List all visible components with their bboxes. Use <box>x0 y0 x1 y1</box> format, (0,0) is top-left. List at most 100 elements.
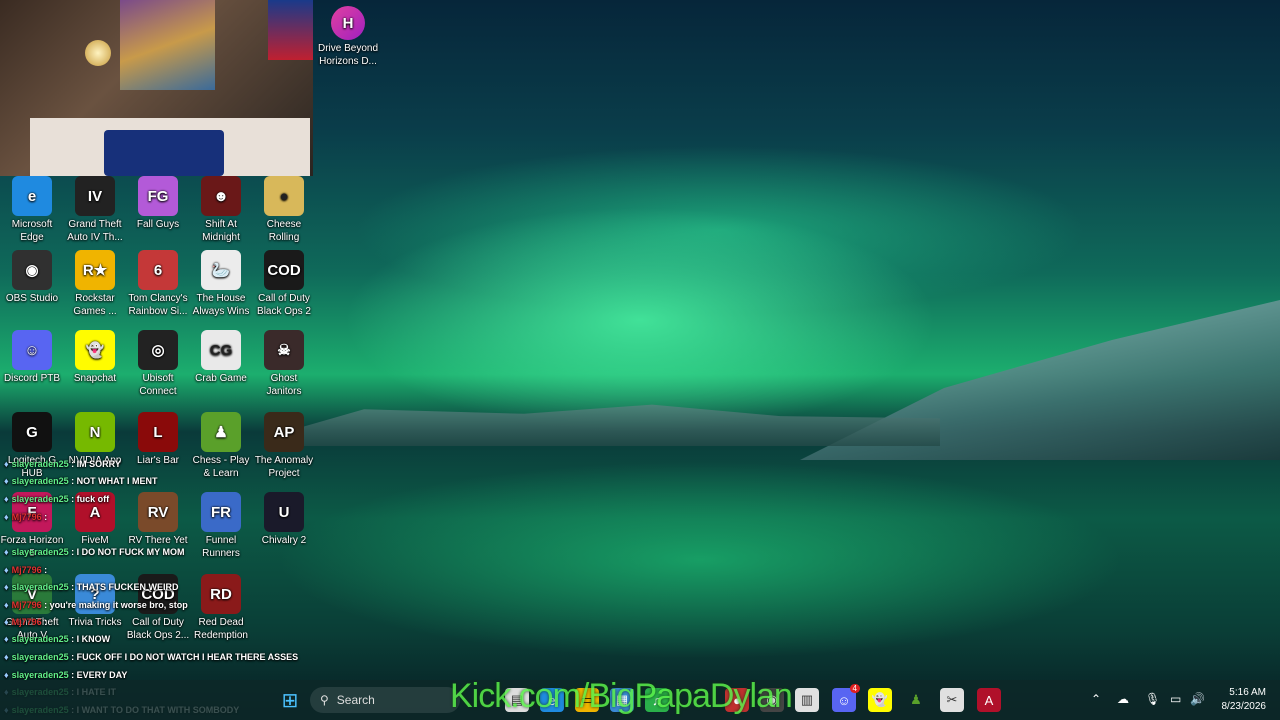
chat-message: ♦ Mj7796 : <box>4 512 47 522</box>
chat-text: : <box>44 617 48 627</box>
desktop-icon-label: Chivalry 2 <box>261 535 307 546</box>
desktop-icon-label: Red Dead Redemption <box>194 617 248 641</box>
network-icon[interactable]: ▭ <box>1170 692 1181 706</box>
chat-badge-icon: ♦ <box>4 459 9 469</box>
webcam-overlay <box>0 0 313 176</box>
app-icon: FR <box>201 492 241 532</box>
search-placeholder: Search <box>336 693 375 707</box>
desktop-icon-label: Funnel Runners <box>202 535 240 559</box>
app-icon: AP <box>264 412 304 452</box>
desktop-icon[interactable]: 6 Tom Clancy's Rainbow Si... <box>126 250 190 318</box>
app-icon: ☺ <box>12 330 52 370</box>
desktop-icon-label: FiveM <box>81 535 109 546</box>
taskbar-clock[interactable]: 5:16 AM 8/23/2026 <box>1222 686 1267 714</box>
chat-text: : <box>44 512 48 522</box>
desktop-icon[interactable]: COD Call of Duty Black Ops 2 <box>252 250 316 318</box>
volume-icon[interactable]: 🔊 <box>1190 692 1205 706</box>
stream-watermark: Kick.com/BigPapaDylan <box>450 677 793 715</box>
desktop-icon[interactable]: R★ Rockstar Games ... <box>63 250 127 318</box>
chat-text: : FUCK OFF I DO NOT WATCH I HEAR THERE A… <box>71 652 299 662</box>
chat-message: ♦ slayeraden25 : EVERY DAY <box>4 670 127 680</box>
chat-username: slayeraden25 <box>11 582 69 592</box>
start-button[interactable]: ⊞ <box>278 688 302 712</box>
desktop-icon[interactable]: 👻 Snapchat <box>63 330 127 385</box>
chat-text: : I KNOW <box>71 634 111 644</box>
desktop-icon[interactable]: G Logitech G HUB <box>0 412 64 480</box>
app-icon: RD <box>201 574 241 614</box>
desktop-icon-label: Call of Duty Black Ops 2 <box>257 293 311 317</box>
desktop-icon[interactable]: ☺ Discord PTB <box>0 330 64 385</box>
desktop-icon-label: Chess - Play & Learn <box>192 455 250 479</box>
app-icon: FG <box>138 176 178 216</box>
chat-badge-icon: ♦ <box>4 476 9 486</box>
desktop-icon[interactable]: L Liar's Bar <box>126 412 190 467</box>
notepad-taskbar-icon[interactable]: ▥ <box>795 688 819 712</box>
desktop-icon[interactable]: FR Funnel Runners <box>189 492 253 560</box>
chat-message: ♦ slayeraden25 : fuck off <box>4 494 109 504</box>
snipping-tool-taskbar-icon[interactable]: ✂ <box>940 688 964 712</box>
desktop-icon[interactable]: e Microsoft Edge <box>0 176 64 244</box>
desktop-icon[interactable]: ☻ Shift At Midnight <box>189 176 253 244</box>
desktop-icon[interactable]: IV Grand Theft Auto IV Th... <box>63 176 127 244</box>
chat-badge-icon: ♦ <box>4 652 9 662</box>
desktop-icon[interactable]: ♟ Chess - Play & Learn <box>189 412 253 480</box>
chat-message: ♦ slayeraden25 : FUCK OFF I DO NOT WATCH … <box>4 652 298 662</box>
chat-message: ♦ slayeraden25 : NOT WHAT I MENT <box>4 476 157 486</box>
desktop-icon[interactable]: CG Crab Game <box>189 330 253 385</box>
desktop-icon-label: Discord PTB <box>3 373 61 384</box>
snapchat-taskbar-icon[interactable]: 👻 <box>868 688 892 712</box>
desktop-icon-label: Snapchat <box>73 373 117 384</box>
desktop-icon[interactable]: ☠ Ghost Janitors <box>252 330 316 398</box>
chat-username: slayeraden25 <box>11 476 69 486</box>
chat-badge-icon: ♦ <box>4 512 9 522</box>
app-icon: ☠ <box>264 330 304 370</box>
chat-message: ♦ slayeraden25 : I DO NOT FUCK MY MOM <box>4 547 184 557</box>
icy-shoreline <box>300 404 940 446</box>
desktop-icon-label: Crab Game <box>195 373 247 384</box>
chat-text: : EVERY DAY <box>71 670 128 680</box>
desktop-icon-label: Ubisoft Connect <box>139 373 177 397</box>
drive-beyond-horizons-icon: H <box>331 6 365 40</box>
desktop-icon-label: RV There Yet <box>128 535 188 546</box>
chat-username: slayeraden25 <box>11 547 69 557</box>
desktop-icon[interactable]: U Chivalry 2 <box>252 492 316 547</box>
app-icon: CG <box>201 330 241 370</box>
fivem-taskbar-icon[interactable]: A <box>977 688 1001 712</box>
desktop-icon-drive-beyond-horizons[interactable]: H Drive Beyond Horizons D... <box>316 6 380 68</box>
chat-message: ♦ slayeraden25 : THATS FUCKEN WEIRD <box>4 582 178 592</box>
app-icon: 6 <box>138 250 178 290</box>
cloud-icon[interactable]: ☁ <box>1117 692 1129 706</box>
taskbar-search-box[interactable]: ⚲ Search <box>310 687 460 713</box>
discord-taskbar-icon[interactable]: ☺ 4 <box>832 684 860 712</box>
notification-badge: 4 <box>849 684 860 693</box>
chess-taskbar-icon[interactable]: ♟ <box>904 688 928 712</box>
chevron-up-icon[interactable]: ⌃ <box>1091 692 1101 706</box>
desktop-icon[interactable]: RV RV There Yet <box>126 492 190 547</box>
app-icon: R★ <box>75 250 115 290</box>
app-icon: ☻ <box>201 176 241 216</box>
app-icon: ● <box>264 176 304 216</box>
desktop-icon-label: Liar's Bar <box>137 455 179 466</box>
desktop-icon[interactable]: AP The Anomaly Project <box>252 412 316 480</box>
desktop-icon[interactable]: RD Red Dead Redemption <box>189 574 253 642</box>
desktop-icon-label: The House Always Wins <box>192 293 250 317</box>
chat-username: Mj7796 <box>11 600 42 610</box>
desktop-icon-label: Ghost Janitors <box>266 373 302 397</box>
desktop-icon-label: Tom Clancy's Rainbow Si... <box>128 293 188 317</box>
desktop-icon[interactable]: 🦢 The House Always Wins <box>189 250 253 318</box>
desktop-icon[interactable]: ◎ Ubisoft Connect <box>126 330 190 398</box>
desktop-icon[interactable]: ◉ OBS Studio <box>0 250 64 305</box>
app-icon: U <box>264 492 304 532</box>
desktop-icon-label: OBS Studio <box>5 293 59 304</box>
desktop-icon-label: Shift At Midnight <box>202 219 240 243</box>
chat-badge-icon: ♦ <box>4 634 9 644</box>
desktop-icon[interactable]: ● Cheese Rolling <box>252 176 316 244</box>
chat-text: : you're making it worse bro, stop <box>44 600 188 610</box>
microphone-icon[interactable]: 🎙 <box>1145 692 1160 706</box>
desktop-icon-label: Cheese Rolling <box>266 219 302 243</box>
app-icon: ◉ <box>12 250 52 290</box>
chat-message: ♦ slayeraden25 : I KNOW <box>4 634 110 644</box>
desktop-icon[interactable]: FG Fall Guys <box>126 176 190 231</box>
chat-message: ♦ Mj7796 : you're making it worse bro, st… <box>4 600 188 610</box>
chat-badge-icon: ♦ <box>4 617 9 627</box>
